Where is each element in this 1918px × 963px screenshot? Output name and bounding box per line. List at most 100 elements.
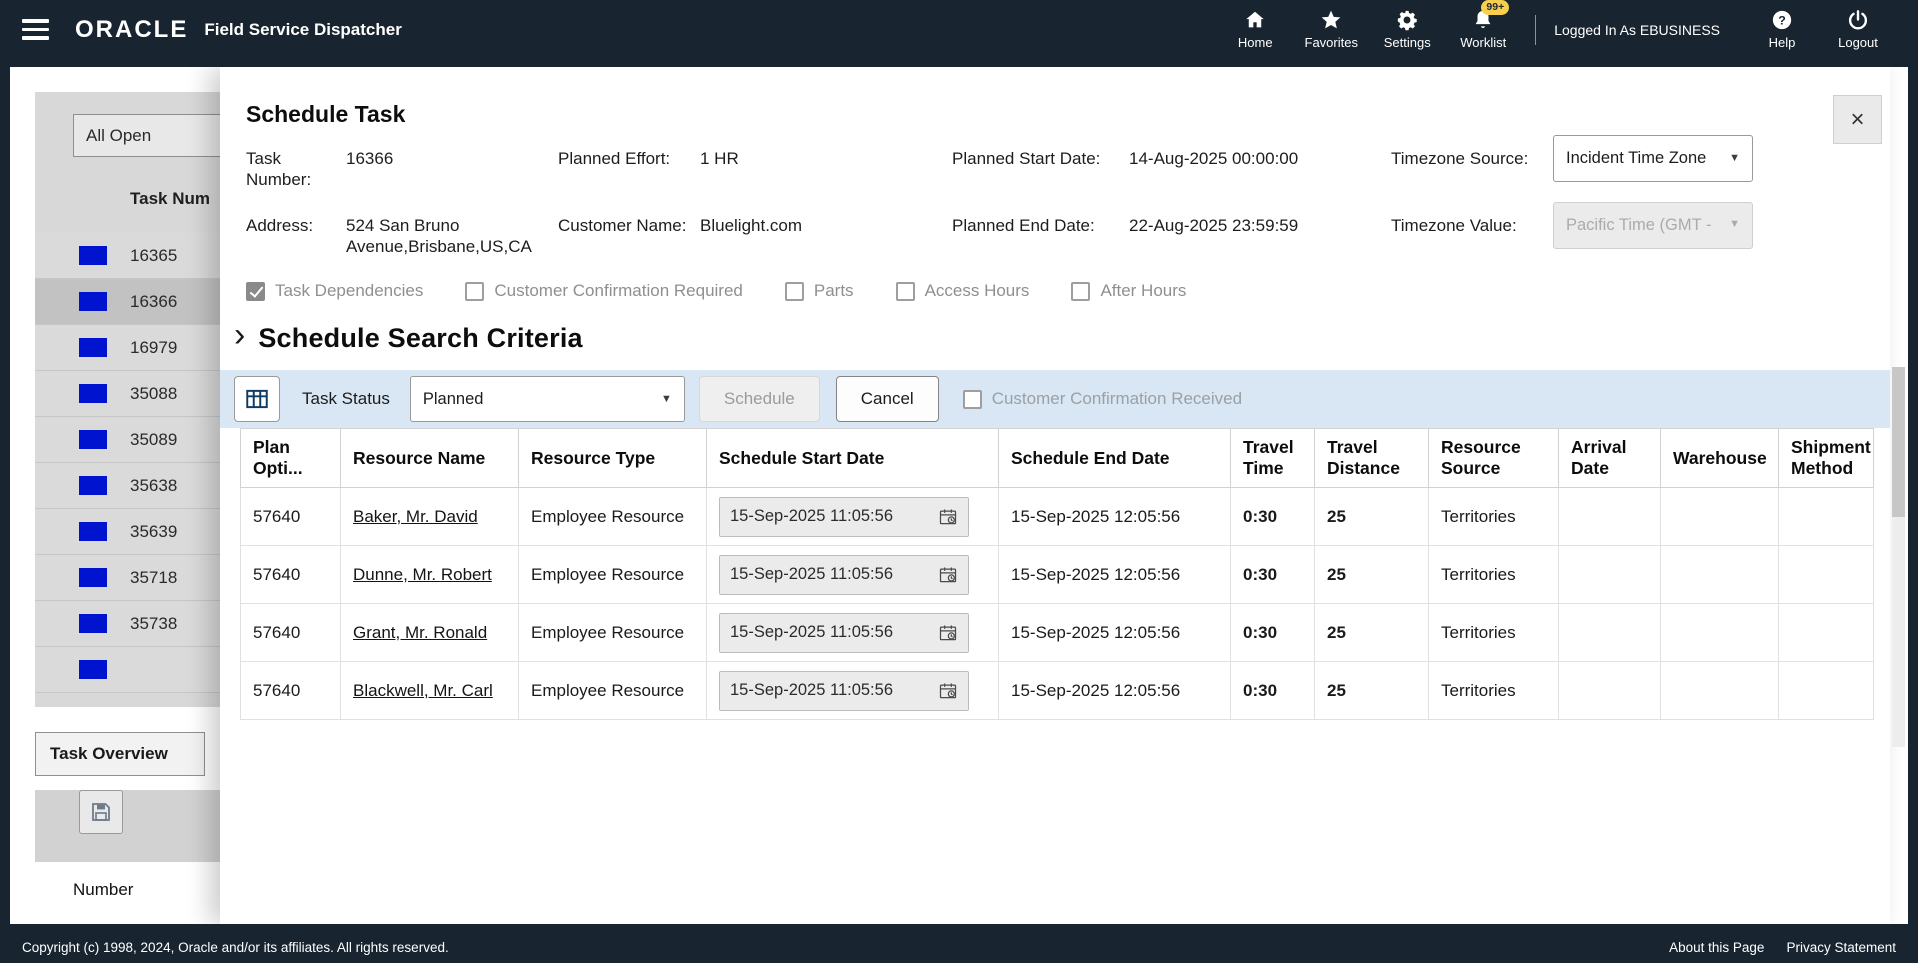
calendar-icon[interactable] xyxy=(938,681,958,701)
start-date-input[interactable]: 15-Sep-2025 11:05:56 xyxy=(719,671,969,711)
schedule-search-criteria-section: › Schedule Search Criteria xyxy=(234,321,1890,355)
start-date-input[interactable]: 15-Sep-2025 11:05:56 xyxy=(719,497,969,537)
arrival-date-cell xyxy=(1559,546,1661,604)
nav-home[interactable]: Home xyxy=(1217,9,1293,50)
checkbox-after-hours[interactable]: After Hours xyxy=(1071,281,1186,301)
resource-results-table: Plan Opti... Resource Name Resource Type… xyxy=(240,428,1874,720)
task-row[interactable]: 35718 xyxy=(35,555,220,601)
resource-source-cell: Territories xyxy=(1429,488,1559,546)
vertical-scrollbar[interactable] xyxy=(1892,367,1905,747)
scrollbar-thumb[interactable] xyxy=(1892,367,1905,517)
calendar-icon[interactable] xyxy=(938,623,958,643)
start-date-input[interactable]: 15-Sep-2025 11:05:56 xyxy=(719,555,969,595)
planned-start-value: 14-Aug-2025 00:00:00 xyxy=(1129,148,1379,169)
checkbox-icon xyxy=(963,390,982,409)
task-row[interactable]: 35638 xyxy=(35,463,220,509)
save-button[interactable] xyxy=(79,790,123,834)
task-list-panel: All Open Task Num 16365 16366 16979 3508… xyxy=(35,92,220,707)
nav-favorites[interactable]: Favorites xyxy=(1293,9,1369,50)
cancel-button[interactable]: Cancel xyxy=(836,376,939,422)
task-info-fields: Task Number: 16366 Planned Effort: 1 HR … xyxy=(246,148,1864,257)
travel-distance-cell: 25 xyxy=(1315,662,1429,720)
task-color-swatch xyxy=(79,614,107,633)
customer-name-value: Bluelight.com xyxy=(700,215,940,236)
task-number-column-header: Task Num xyxy=(130,189,220,209)
start-date-value: 15-Sep-2025 11:05:56 xyxy=(730,565,893,584)
resource-name-cell: Grant, Mr. Ronald xyxy=(341,604,519,662)
checkbox-label: Access Hours xyxy=(925,281,1030,301)
resource-type-cell: Employee Resource xyxy=(519,604,707,662)
col-schedule-start-date: Schedule Start Date xyxy=(707,429,999,488)
number-field-label: Number xyxy=(73,880,220,899)
resource-name-link[interactable]: Baker, Mr. David xyxy=(353,507,478,526)
task-row[interactable]: 35088 xyxy=(35,371,220,417)
caret-down-icon: ▼ xyxy=(661,393,672,405)
arrival-date-cell xyxy=(1559,604,1661,662)
resource-name-cell: Baker, Mr. David xyxy=(341,488,519,546)
col-schedule-end-date: Schedule End Date xyxy=(999,429,1231,488)
task-row-partial[interactable] xyxy=(35,647,220,693)
nav-logout[interactable]: Logout xyxy=(1820,9,1896,50)
task-number-value: 16366 xyxy=(346,148,546,169)
task-status-select[interactable]: Planned ▼ xyxy=(410,376,685,422)
task-number: 16979 xyxy=(130,338,177,358)
warehouse-cell xyxy=(1661,604,1779,662)
timezone-value-select[interactable]: Pacific Time (GMT - ▼ xyxy=(1553,202,1753,249)
copyright-text: Copyright (c) 1998, 2024, Oracle and/or … xyxy=(22,940,449,955)
section-title: Schedule Search Criteria xyxy=(258,323,582,354)
oracle-logo: ORACLE xyxy=(75,16,188,44)
task-overview-tab[interactable]: Task Overview xyxy=(35,732,205,776)
checkbox-task-dependencies[interactable]: Task Dependencies xyxy=(246,281,423,301)
task-color-swatch xyxy=(79,476,107,495)
nav-worklist[interactable]: 99+ Worklist xyxy=(1445,9,1521,50)
grid-view-button[interactable] xyxy=(234,376,280,422)
about-this-page-link[interactable]: About this Page xyxy=(1669,940,1764,955)
checkbox-customer-confirmation-received[interactable]: Customer Confirmation Received xyxy=(963,389,1242,409)
resource-source-cell: Territories xyxy=(1429,546,1559,604)
resource-name-link[interactable]: Blackwell, Mr. Carl xyxy=(353,681,493,700)
task-row[interactable]: 16365 xyxy=(35,233,220,279)
checkbox-parts[interactable]: Parts xyxy=(785,281,854,301)
task-row[interactable]: 16979 xyxy=(35,325,220,371)
plan-option-cell: 57640 xyxy=(241,604,341,662)
nav-help[interactable]: ? Help xyxy=(1744,9,1820,50)
task-color-swatch xyxy=(79,660,107,679)
task-color-swatch xyxy=(79,522,107,541)
resource-source-cell: Territories xyxy=(1429,604,1559,662)
timezone-source-select[interactable]: Incident Time Zone ▼ xyxy=(1553,135,1753,182)
calendar-icon[interactable] xyxy=(938,507,958,527)
checkbox-access-hours[interactable]: Access Hours xyxy=(896,281,1030,301)
resource-name-link[interactable]: Dunne, Mr. Robert xyxy=(353,565,492,584)
checkbox-icon xyxy=(1071,282,1090,301)
task-row[interactable]: 35738 xyxy=(35,601,220,647)
resource-name-cell: Blackwell, Mr. Carl xyxy=(341,662,519,720)
header-divider xyxy=(1535,15,1536,45)
task-number: 35088 xyxy=(130,384,177,404)
privacy-statement-link[interactable]: Privacy Statement xyxy=(1786,940,1896,955)
close-button[interactable]: × xyxy=(1833,95,1882,144)
expand-chevron-icon[interactable]: › xyxy=(234,318,245,352)
col-travel-distance: Travel Distance xyxy=(1315,429,1429,488)
resource-name-link[interactable]: Grant, Mr. Ronald xyxy=(353,623,487,642)
checkbox-label: After Hours xyxy=(1100,281,1186,301)
worklist-badge: 99+ xyxy=(1481,0,1509,15)
schedule-button[interactable]: Schedule xyxy=(699,376,820,422)
nav-settings[interactable]: Settings xyxy=(1369,9,1445,50)
task-filter-dropdown[interactable]: All Open xyxy=(73,114,220,157)
task-row[interactable]: 35639 xyxy=(35,509,220,555)
task-number: 35718 xyxy=(130,568,177,588)
col-plan-option: Plan Opti... xyxy=(241,429,341,488)
task-row[interactable]: 35089 xyxy=(35,417,220,463)
hamburger-menu-icon[interactable] xyxy=(18,15,53,44)
logged-in-text: Logged In As EBUSINESS xyxy=(1554,22,1720,38)
travel-time-cell: 0:30 xyxy=(1231,662,1315,720)
timezone-value-label: Timezone Value: xyxy=(1391,215,1541,236)
timezone-value-value: Pacific Time (GMT - xyxy=(1566,215,1711,236)
checkbox-customer-confirmation-required[interactable]: Customer Confirmation Required xyxy=(465,281,743,301)
start-date-input[interactable]: 15-Sep-2025 11:05:56 xyxy=(719,613,969,653)
calendar-icon[interactable] xyxy=(938,565,958,585)
checkbox-icon xyxy=(785,282,804,301)
resource-name-cell: Dunne, Mr. Robert xyxy=(341,546,519,604)
nav-help-label: Help xyxy=(1769,35,1796,50)
task-row-selected[interactable]: 16366 xyxy=(35,279,220,325)
